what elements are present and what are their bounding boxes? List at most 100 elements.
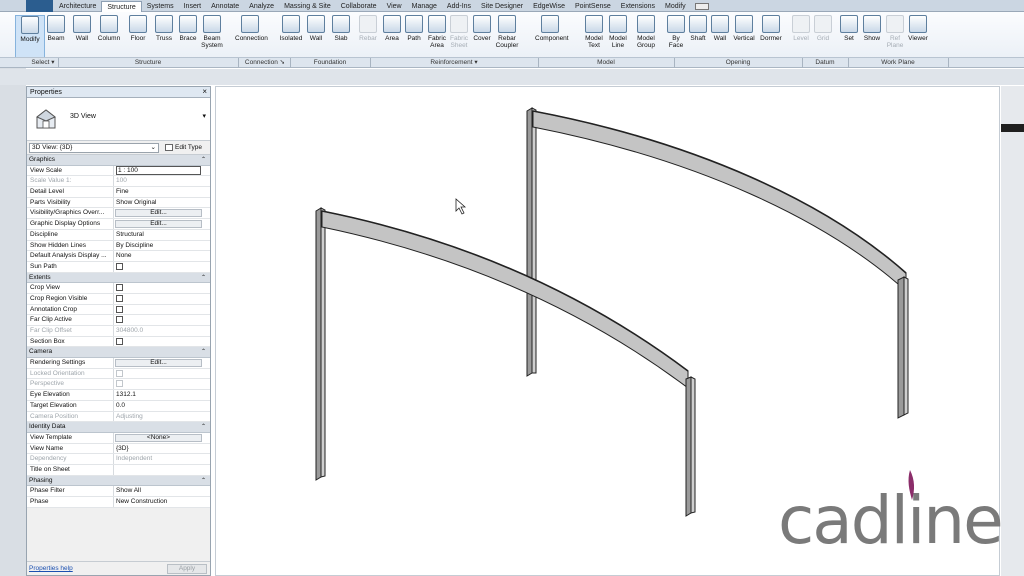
tab-massing-site[interactable]: Massing & Site <box>279 1 336 12</box>
property-value[interactable]: 1312.1 <box>114 390 210 400</box>
column-back-right[interactable] <box>897 276 905 419</box>
group-header[interactable]: Extents ⌃ <box>27 272 210 284</box>
property-value[interactable] <box>114 337 210 347</box>
property-value[interactable]: Fine <box>114 187 210 197</box>
group-header[interactable]: Camera ⌃ <box>27 347 210 359</box>
tab-site-designer[interactable]: Site Designer <box>476 1 528 12</box>
close-icon[interactable]: × <box>202 87 207 97</box>
property-value[interactable] <box>114 305 210 315</box>
tab-annotate[interactable]: Annotate <box>206 1 244 12</box>
dormer-button[interactable]: Dormer <box>756 15 786 59</box>
panel-label-4[interactable]: Reinforcement ▾ <box>370 59 538 67</box>
edit-button[interactable]: Edit... <box>115 209 202 218</box>
edit-button[interactable]: Edit... <box>115 359 202 368</box>
checkbox[interactable] <box>116 284 123 292</box>
collapse-icon[interactable]: ⌃ <box>201 422 206 432</box>
property-value[interactable]: Structural <box>114 230 210 240</box>
column-front-left[interactable] <box>315 207 322 481</box>
component-button[interactable]: Component <box>535 15 569 59</box>
dropdown-arrow-icon[interactable]: ▾ <box>202 112 206 120</box>
slab-button[interactable]: Slab <box>326 15 356 59</box>
instance-selector[interactable]: 3D View: {3D} ⌄ <box>29 143 159 153</box>
group-header[interactable]: Identity Data ⌃ <box>27 422 210 433</box>
panel-label-8[interactable]: Work Plane <box>848 59 948 67</box>
group-header[interactable]: Phasing ⌃ <box>27 475 210 487</box>
property-value[interactable]: {3D} <box>114 444 210 454</box>
collapse-icon[interactable]: ⌃ <box>201 155 206 165</box>
properties-help-link[interactable]: Properties help <box>29 565 73 572</box>
property-value[interactable] <box>114 283 210 293</box>
property-value[interactable] <box>114 262 210 272</box>
checkbox[interactable] <box>116 305 123 313</box>
wall-button[interactable]: Wall <box>67 15 97 59</box>
property-value[interactable]: Show Original <box>114 198 210 208</box>
property-value[interactable]: By Discipline <box>114 241 210 251</box>
tab-add-ins[interactable]: Add-Ins <box>442 1 476 12</box>
type-name: 3D View <box>70 113 96 120</box>
property-value[interactable] <box>114 465 210 475</box>
tab-manage[interactable]: Manage <box>407 1 442 12</box>
tab-pointsense[interactable]: PointSense <box>570 1 616 12</box>
rafter-back[interactable] <box>532 110 907 293</box>
edit-button[interactable]: <None> <box>115 433 202 442</box>
rebar-coupler-button[interactable]: Rebar Coupler <box>492 15 522 59</box>
property-value[interactable]: <None> <box>114 433 210 443</box>
vertical-button[interactable]: Vertical <box>729 15 759 59</box>
tab-analyze[interactable]: Analyze <box>244 1 279 12</box>
column-back-left[interactable] <box>526 107 533 377</box>
application-menu-button[interactable] <box>26 0 53 12</box>
panel-label-6[interactable]: Opening <box>674 59 802 67</box>
property-value[interactable]: 1 : 100 <box>114 165 210 176</box>
brace-icon <box>179 15 197 33</box>
panel-label-3[interactable]: Foundation <box>290 59 370 67</box>
edit-button[interactable]: Edit... <box>115 220 202 229</box>
property-value[interactable]: 0.0 <box>114 401 210 411</box>
checkbox[interactable] <box>116 262 123 270</box>
panel-label-2[interactable]: Connection ➘ <box>240 59 290 67</box>
property-row: Crop View <box>27 283 210 294</box>
checkbox[interactable] <box>116 316 123 324</box>
tab-collaborate[interactable]: Collaborate <box>336 1 382 12</box>
apply-button[interactable]: Apply <box>167 564 207 574</box>
rafter-front[interactable] <box>321 210 689 389</box>
panel-label-0[interactable]: Select ▾ <box>28 59 58 67</box>
mouse-cursor-icon <box>455 198 467 215</box>
property-value[interactable] <box>114 315 210 325</box>
ribbon-toggle-icon[interactable] <box>694 3 709 10</box>
property-value[interactable] <box>114 294 210 304</box>
property-value[interactable]: Edit... <box>114 208 210 218</box>
checkbox[interactable] <box>116 294 123 302</box>
panel-label-7[interactable]: Datum <box>802 59 848 67</box>
collapse-icon[interactable]: ⌃ <box>201 273 206 283</box>
tab-systems[interactable]: Systems <box>142 1 179 12</box>
edit-type-icon <box>165 144 173 151</box>
property-value[interactable]: Edit... <box>114 358 210 368</box>
tab-view[interactable]: View <box>382 1 407 12</box>
beam-system-button[interactable]: Beam System <box>197 15 227 59</box>
connection-button[interactable]: Connection <box>235 15 268 59</box>
tab-edgewise[interactable]: EdgeWise <box>528 1 570 12</box>
panel-label-1[interactable]: Structure <box>58 59 238 67</box>
property-value[interactable]: None <box>114 251 210 261</box>
property-value[interactable]: Edit... <box>114 219 210 229</box>
value-input[interactable]: 1 : 100 <box>116 165 201 175</box>
tab-insert[interactable]: Insert <box>179 1 207 12</box>
model-line-button[interactable]: Model Line <box>603 15 633 59</box>
model-group-button[interactable]: Model Group <box>631 15 661 59</box>
column-front-right[interactable] <box>685 376 692 517</box>
tab-structure[interactable]: Structure <box>101 1 142 12</box>
property-value[interactable]: Show All <box>114 486 210 496</box>
collapse-icon[interactable]: ⌃ <box>201 347 206 357</box>
tab-architecture[interactable]: Architecture <box>54 1 101 12</box>
viewer-button[interactable]: Viewer <box>903 15 933 59</box>
property-value[interactable]: New Construction <box>114 497 210 507</box>
collapse-icon[interactable]: ⌃ <box>201 476 206 486</box>
group-header[interactable]: Graphics ⌃ <box>27 155 210 166</box>
panel-label-5[interactable]: Model <box>538 59 674 67</box>
type-selector[interactable]: 3D View ▾ <box>27 98 210 141</box>
edit-type-button[interactable]: Edit Type <box>163 143 209 153</box>
tab-modify[interactable]: Modify <box>660 1 691 12</box>
tab-extensions[interactable]: Extensions <box>616 1 660 12</box>
column-button[interactable]: Column <box>94 15 124 59</box>
checkbox[interactable] <box>116 337 123 345</box>
